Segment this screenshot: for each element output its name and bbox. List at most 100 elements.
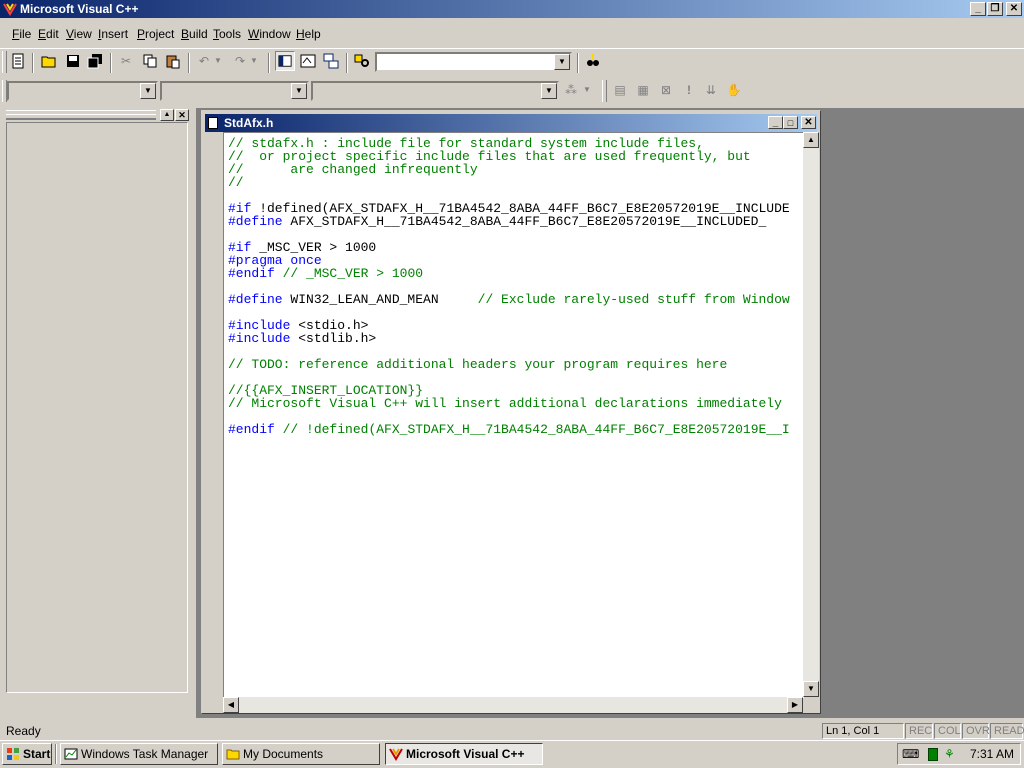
visual-cpp-icon	[3, 3, 17, 16]
start-button[interactable]: Start	[2, 743, 52, 765]
separator	[32, 53, 34, 73]
open-folder-icon[interactable]	[39, 51, 59, 71]
app-title: Microsoft Visual C++	[20, 2, 139, 16]
filter-combo[interactable]: ▼	[160, 81, 309, 101]
copy-icon[interactable]	[140, 51, 160, 71]
horizontal-scrollbar[interactable]: ◀ ▶	[223, 697, 803, 713]
pane-maximize-icon[interactable]: ▲	[160, 109, 174, 121]
scroll-down-icon[interactable]: ▼	[803, 681, 819, 697]
menu-tools[interactable]: Tools	[213, 27, 241, 41]
taskbar-item-label: My Documents	[243, 747, 324, 761]
separator	[268, 53, 270, 73]
taskbar-item-label: Windows Task Manager	[81, 747, 209, 761]
wizard-wand-icon[interactable]: ⁂	[561, 80, 581, 100]
network-icon[interactable]	[928, 748, 938, 761]
scroll-right-icon[interactable]: ▶	[787, 697, 803, 713]
menu-file[interactable]: File	[12, 27, 31, 41]
find-combo[interactable]: ▼	[375, 52, 572, 72]
code-line[interactable]: #define AFX_STDAFX_H__71BA4542_8ABA_44FF…	[228, 215, 804, 228]
code-line[interactable]: #endif // !defined(AFX_STDAFX_H__71BA454…	[228, 423, 804, 436]
source-code[interactable]: // stdafx.h : include file for standard …	[224, 133, 804, 436]
menu-edit[interactable]: Edit	[38, 27, 59, 41]
workspace-pane[interactable]: ▲ ✕	[2, 108, 190, 695]
find-icon[interactable]	[583, 51, 603, 71]
new-text-file-icon[interactable]	[8, 51, 28, 71]
find-in-files-icon[interactable]	[352, 51, 372, 71]
app-title-bar[interactable]: Microsoft Visual C++ _ ❐ ✕	[0, 0, 1024, 18]
code-line[interactable]: // TODO: reference additional headers yo…	[228, 358, 804, 371]
menu-insert[interactable]: Insert	[98, 27, 128, 41]
workspace-content[interactable]	[6, 122, 188, 693]
cursor-position: Ln 1, Col 1	[822, 723, 904, 739]
doc-minimize-button[interactable]: _	[768, 116, 783, 129]
scroll-left-icon[interactable]: ◀	[223, 697, 239, 713]
vertical-scrollbar[interactable]: ▲ ▼	[803, 132, 819, 697]
workspace-icon[interactable]	[275, 51, 295, 71]
code-line[interactable]: // Microsoft Visual C++ will insert addi…	[228, 397, 804, 410]
go-icon[interactable]: ⇊	[701, 80, 721, 100]
chevron-down-icon[interactable]: ▼	[291, 83, 307, 99]
output-icon[interactable]	[298, 51, 318, 71]
redo-icon[interactable]: ↷	[230, 51, 250, 71]
task-manager-icon	[64, 748, 78, 760]
menu-build[interactable]: Build	[181, 27, 208, 41]
menu-window[interactable]: Window	[248, 27, 291, 41]
wizard-dropdown-icon[interactable]: ▼	[581, 80, 593, 100]
document-title-bar[interactable]: StdAfx.h _ □ ✕	[205, 114, 817, 132]
build-icon[interactable]: ▦	[633, 80, 653, 100]
compile-icon[interactable]: ▤	[610, 80, 630, 100]
chevron-down-icon[interactable]: ▼	[541, 83, 557, 99]
code-line[interactable]: #include <stdlib.h>	[228, 332, 804, 345]
breakpoint-hand-icon[interactable]: ✋	[724, 80, 744, 100]
chevron-down-icon[interactable]: ▼	[140, 83, 156, 99]
code-line[interactable]: #define WIN32_LEAN_AND_MEAN // Exclude r…	[228, 293, 804, 306]
execute-icon[interactable]: !	[679, 80, 699, 100]
taskbar-item-task-manager[interactable]: Windows Task Manager	[60, 743, 218, 765]
doc-close-button[interactable]: ✕	[801, 116, 816, 129]
chevron-down-icon[interactable]: ▼	[554, 54, 570, 70]
keyboard-icon[interactable]: ⌨	[902, 747, 919, 761]
system-tray: ⌨ ⚘ 7:31 AM	[897, 743, 1021, 765]
separator	[346, 53, 348, 73]
toolbar-grip[interactable]	[2, 51, 7, 73]
menu-bar: File Edit View Insert Project Build Tool…	[0, 24, 1024, 44]
toolbar-grip[interactable]	[602, 80, 607, 102]
save-icon[interactable]	[63, 51, 83, 71]
taskbar: Start Windows Task Manager My Documents …	[0, 740, 1024, 768]
undo-icon[interactable]: ↶	[194, 51, 214, 71]
tray-app-icon[interactable]: ⚘	[944, 747, 958, 761]
code-line[interactable]: // are changed infrequently	[228, 163, 804, 176]
code-line[interactable]: #endif // _MSC_VER > 1000	[228, 267, 804, 280]
clock[interactable]: 7:31 AM	[970, 747, 1014, 761]
pane-close-icon[interactable]: ✕	[175, 109, 189, 121]
paste-icon[interactable]	[163, 51, 183, 71]
code-line[interactable]: //	[228, 176, 804, 189]
read-indicator: READ	[990, 723, 1024, 739]
code-editor[interactable]: // stdafx.h : include file for standard …	[223, 132, 804, 698]
taskbar-item-label: Microsoft Visual C++	[406, 747, 525, 761]
members-combo[interactable]: ▼	[311, 81, 559, 101]
stop-build-icon[interactable]: ⊠	[656, 80, 676, 100]
taskbar-item-my-documents[interactable]: My Documents	[222, 743, 380, 765]
class-combo[interactable]: ▼	[7, 81, 158, 101]
restore-button[interactable]: ❐	[987, 2, 1003, 16]
menu-view[interactable]: View	[66, 27, 92, 41]
doc-maximize-button[interactable]: □	[783, 116, 798, 129]
taskbar-item-visual-cpp[interactable]: Microsoft Visual C++	[385, 743, 543, 765]
close-button[interactable]: ✕	[1006, 2, 1022, 16]
menu-help[interactable]: Help	[296, 27, 321, 41]
folder-icon	[226, 749, 240, 760]
redo-dropdown-icon[interactable]: ▼	[248, 51, 260, 71]
window-list-icon[interactable]	[321, 51, 341, 71]
menu-project[interactable]: Project	[137, 27, 174, 41]
visual-cpp-icon	[389, 748, 403, 761]
minimize-button[interactable]: _	[970, 2, 986, 16]
cut-icon[interactable]: ✂	[116, 51, 136, 71]
col-indicator: COL	[934, 723, 961, 739]
pane-grip[interactable]	[6, 114, 156, 119]
save-all-icon[interactable]	[85, 51, 105, 71]
scroll-up-icon[interactable]: ▲	[803, 132, 819, 148]
document-window[interactable]: StdAfx.h _ □ ✕ // stdafx.h : include fil…	[201, 110, 821, 714]
undo-dropdown-icon[interactable]: ▼	[212, 51, 224, 71]
status-bar: Ready Ln 1, Col 1 REC COL OVR READ	[0, 720, 1024, 740]
